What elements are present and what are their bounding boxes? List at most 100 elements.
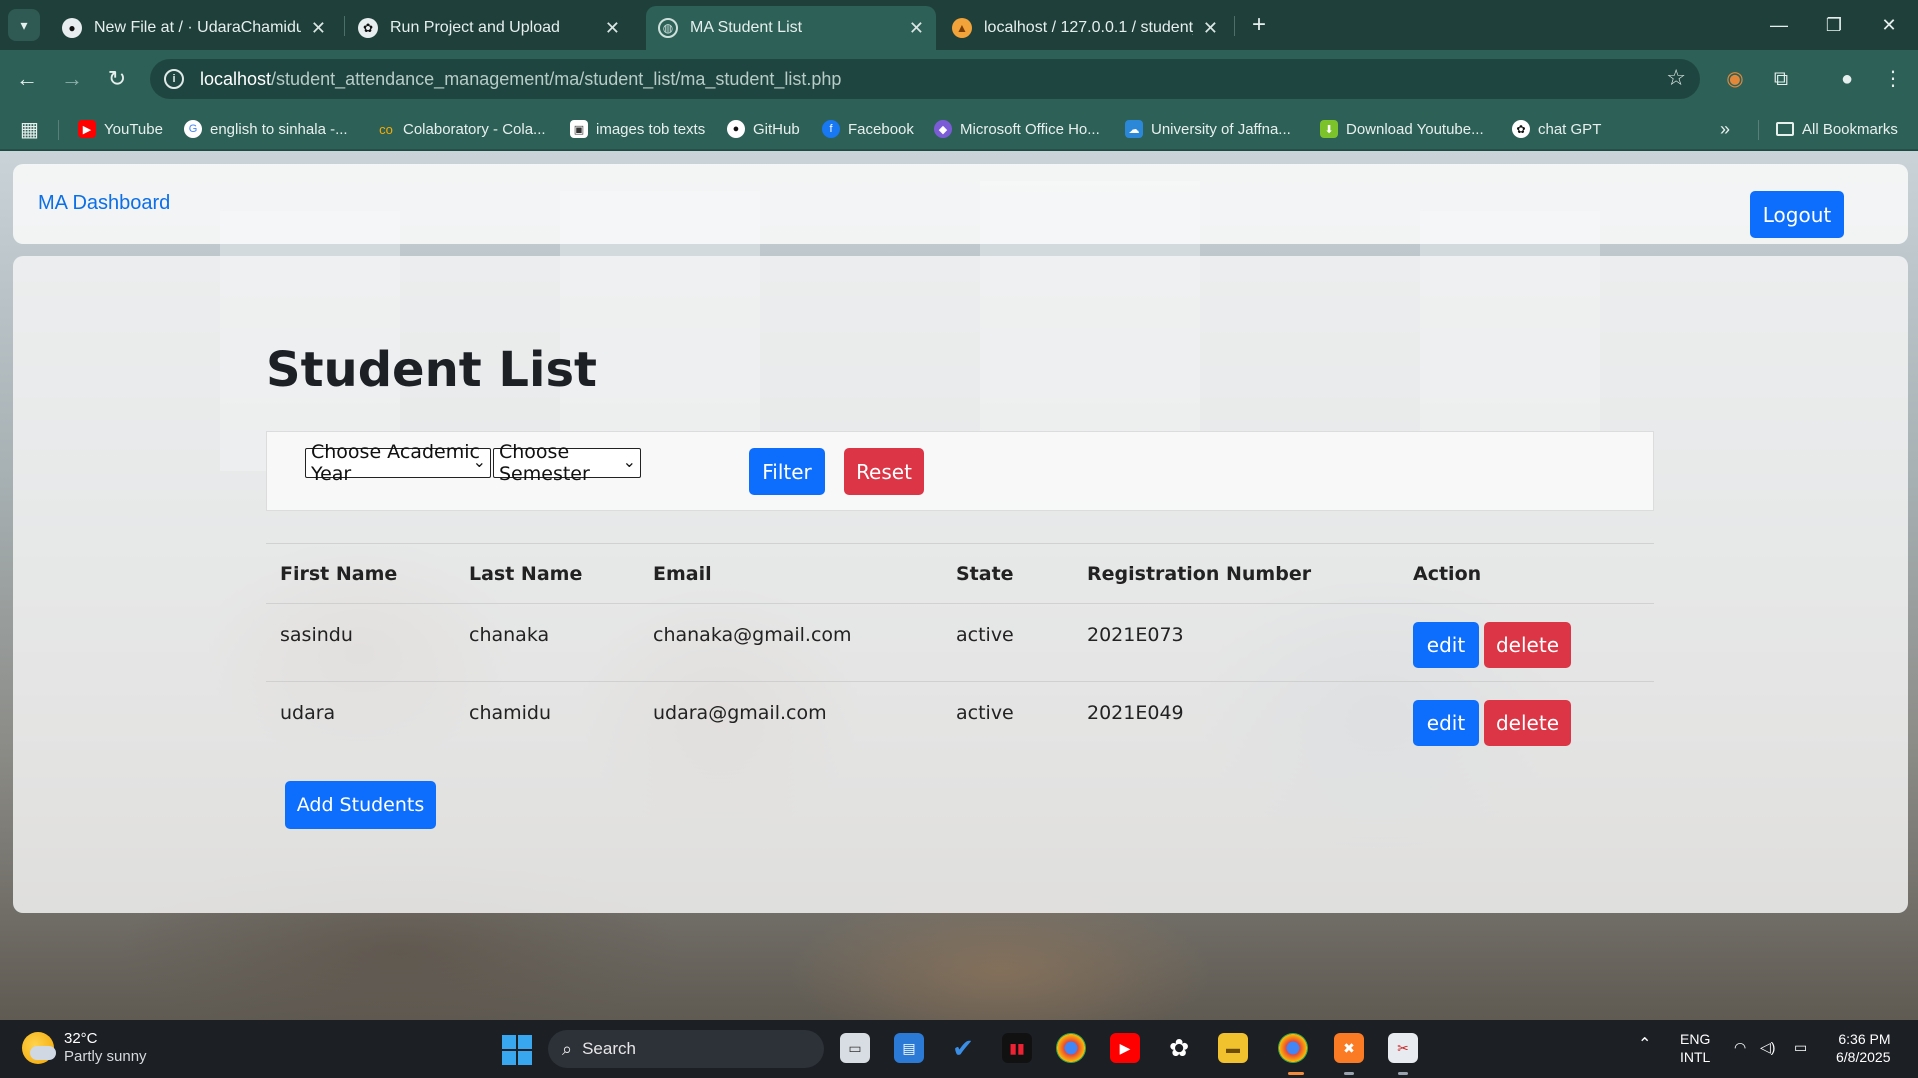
volume-icon[interactable]: ◁)	[1760, 1038, 1775, 1056]
bookmarks-bar: ▦ ▶ YouTube Genglish to sinhala -... co Co…	[0, 108, 1918, 150]
openai-icon: ✿	[1512, 120, 1530, 138]
tab-label: localhost / 127.0.0.1 / student_a	[984, 19, 1193, 36]
new-tab-button[interactable]: +	[1244, 10, 1274, 40]
url-path: /student_attendance_management/ma/studen…	[271, 68, 842, 89]
wifi-icon[interactable]: ◠	[1734, 1038, 1746, 1056]
task-view-icon[interactable]: ▭	[840, 1033, 870, 1063]
tab-github-new-file[interactable]: ● New File at / · UdaraChamidu/st ✕	[50, 6, 338, 50]
forward-icon[interactable]: →	[57, 64, 87, 94]
last-name-cell: chamidu	[469, 702, 552, 724]
close-window-icon[interactable]: ✕	[1874, 10, 1904, 40]
openai-icon[interactable]: ✿	[1164, 1033, 1194, 1063]
close-icon[interactable]: ✕	[311, 18, 326, 39]
partly-sunny-icon	[22, 1032, 56, 1064]
page-viewport: MA Dashboard Logout Student List Choose …	[0, 151, 1918, 1020]
first-name-cell: udara	[280, 702, 336, 724]
site-info-icon[interactable]: i	[164, 69, 184, 89]
bookmark-colaboratory[interactable]: co Colaboratory - Cola...	[377, 116, 545, 142]
restore-icon[interactable]: ❐	[1819, 10, 1849, 40]
add-students-button[interactable]: Add Students	[285, 781, 436, 829]
col-registration-number: Registration Number	[1087, 563, 1312, 585]
delete-button[interactable]: delete	[1484, 700, 1571, 746]
page-title: Student List	[266, 342, 597, 398]
bookmark-youtube[interactable]: ▶ YouTube	[78, 116, 163, 142]
academic-year-select[interactable]: Choose Academic Year ⌄	[305, 441, 491, 485]
semester-select[interactable]: Choose Semester ⌄	[493, 441, 641, 485]
reload-icon[interactable]: ↻	[102, 64, 132, 94]
registration-cell: 2021E049	[1087, 702, 1184, 724]
tab-phpmyadmin[interactable]: ▲ localhost / 127.0.0.1 / student_a ✕	[940, 6, 1230, 50]
chevron-down-icon: ⌄	[622, 452, 636, 471]
weather-widget[interactable]: 32°C Partly sunny	[22, 1030, 147, 1066]
reset-button[interactable]: Reset	[844, 448, 924, 495]
xampp-icon[interactable]: ✖	[1334, 1033, 1364, 1063]
col-email: Email	[653, 563, 712, 585]
windows-taskbar: 32°C Partly sunny ⌕ Search ▭ ▤ ✔ ▮▮ ▶ ✿ …	[0, 1020, 1918, 1078]
file-explorer-icon[interactable]: ▬	[1218, 1033, 1248, 1063]
temperature: 32°C	[64, 1030, 98, 1047]
close-icon[interactable]: ✕	[909, 18, 924, 39]
minimize-icon[interactable]: —	[1764, 10, 1794, 40]
filter-button[interactable]: Filter	[749, 448, 825, 495]
menu-kebab-icon[interactable]: ⋮	[1878, 64, 1908, 94]
microsoft-store-icon[interactable]: ▤	[894, 1033, 924, 1063]
student-list-panel: Student List Choose Academic Year ⌄ Choo…	[13, 256, 1908, 913]
bookmark-facebook[interactable]: f Facebook	[822, 116, 914, 142]
bookmark-github[interactable]: ● GitHub	[727, 116, 800, 142]
snipping-tool-icon[interactable]: ✂	[1388, 1033, 1418, 1063]
email-cell: chanaka@gmail.com	[653, 624, 852, 646]
phpmyadmin-icon: ▲	[952, 18, 972, 38]
extensions-puzzle-icon[interactable]: ⧉	[1766, 64, 1796, 94]
time: 6:36 PM	[1838, 1031, 1891, 1047]
back-icon[interactable]: ←	[12, 64, 42, 94]
bookmark-microsoft-office[interactable]: ◆ Microsoft Office Ho...	[934, 116, 1100, 142]
apps-grid-icon[interactable]: ▦	[20, 116, 39, 142]
charts-app-icon[interactable]: ▮▮	[1002, 1033, 1032, 1063]
more-bookmarks-icon[interactable]: »	[1720, 116, 1730, 142]
bookmark-images-tob-texts[interactable]: ▣ images tob texts	[570, 116, 705, 142]
github-icon: ●	[727, 120, 745, 138]
google-icon: G	[184, 120, 202, 138]
bookmark-chat-gpt[interactable]: ✿ chat GPT	[1512, 116, 1601, 142]
openai-icon: ✿	[358, 18, 378, 38]
chrome-active-icon[interactable]	[1278, 1033, 1308, 1063]
last-name-cell: chanaka	[469, 624, 550, 646]
office-icon: ◆	[934, 120, 952, 138]
close-icon[interactable]: ✕	[605, 18, 620, 39]
url-bar[interactable]: i localhost/student_attendance_managemen…	[150, 59, 1700, 99]
clock[interactable]: 6:36 PM 6/8/2025	[1836, 1030, 1891, 1066]
todo-check-icon[interactable]: ✔	[948, 1033, 978, 1063]
profile-avatar-icon[interactable]: ●	[1832, 64, 1862, 94]
tab-search-dropdown[interactable]: ▾	[8, 9, 40, 41]
download-arrow-icon: ⬇	[1320, 120, 1338, 138]
edit-button[interactable]: edit	[1413, 700, 1479, 746]
tab-run-project[interactable]: ✿ Run Project and Upload ✕	[346, 6, 632, 50]
language-indicator[interactable]: ENG INTL	[1680, 1030, 1710, 1066]
bookmark-star-icon[interactable]: ☆	[1666, 65, 1686, 91]
battery-icon[interactable]: ▭	[1794, 1038, 1807, 1056]
edit-button[interactable]: edit	[1413, 622, 1479, 668]
bookmark-download-youtube[interactable]: ⬇ Download Youtube...	[1320, 116, 1484, 142]
logout-button[interactable]: Logout	[1750, 191, 1844, 238]
delete-button[interactable]: delete	[1484, 622, 1571, 668]
windows-start-icon[interactable]	[502, 1035, 532, 1065]
tab-ma-student-list[interactable]: ◍ MA Student List ✕	[646, 6, 936, 50]
browser-tab-bar: ▾ ● New File at / · UdaraChamidu/st ✕ ✿ …	[0, 0, 1918, 50]
bookmark-university-of-jaffna[interactable]: ☁ University of Jaffna...	[1125, 116, 1291, 142]
taskbar-search[interactable]: ⌕ Search	[548, 1030, 824, 1068]
all-bookmarks-folder[interactable]: All Bookmarks	[1776, 116, 1898, 142]
youtube-icon: ▶	[78, 120, 96, 138]
cookie-extension-icon[interactable]: ◉	[1720, 64, 1750, 94]
col-first-name: First Name	[280, 563, 398, 585]
col-state: State	[956, 563, 1014, 585]
url-host: localhost	[200, 68, 272, 89]
chrome-icon[interactable]	[1056, 1033, 1086, 1063]
bookmark-english-to-sinhala[interactable]: Genglish to sinhala -...	[184, 116, 348, 142]
close-icon[interactable]: ✕	[1203, 18, 1218, 39]
table-row: sasindu chanaka chanaka@gmail.com active…	[266, 603, 1654, 681]
youtube-icon[interactable]: ▶	[1110, 1033, 1140, 1063]
github-icon: ●	[62, 18, 82, 38]
ma-dashboard-link[interactable]: MA Dashboard	[38, 192, 170, 215]
chevron-up-icon[interactable]: ⌃	[1638, 1036, 1651, 1054]
col-action: Action	[1413, 563, 1482, 585]
